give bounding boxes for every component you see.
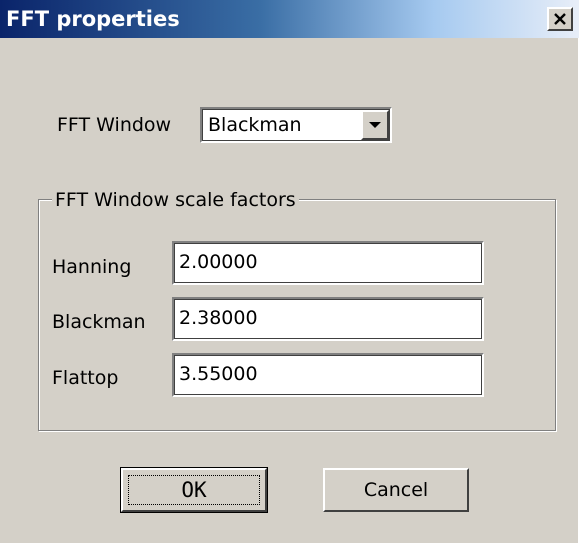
chevron-down-icon [369,122,381,128]
flattop-label: Flattop [52,367,119,389]
flattop-value: 3.55000 [179,363,258,385]
title-bar[interactable]: FFT properties [0,0,579,38]
cancel-button-label: Cancel [363,479,429,501]
hanning-value: 2.00000 [179,251,258,273]
fft-window-selected-value: Blackman [208,114,302,136]
blackman-value: 2.38000 [179,307,258,329]
blackman-field[interactable]: 2.38000 [172,297,484,341]
ok-button[interactable]: OK [120,467,268,513]
hanning-field[interactable]: 2.00000 [172,241,484,285]
window-title: FFT properties [6,7,180,31]
flattop-field[interactable]: 3.55000 [172,353,484,397]
fft-properties-dialog: FFT properties FFT Window Blackman FFT W… [0,0,579,543]
fft-window-label: FFT Window [57,114,172,136]
cancel-button[interactable]: Cancel [323,468,469,512]
focus-indicator [128,475,260,505]
fft-window-select[interactable]: Blackman [200,107,392,143]
fft-window-dropdown-button[interactable] [361,110,389,140]
close-icon [554,13,566,25]
close-button[interactable] [547,7,573,31]
blackman-label: Blackman [52,311,146,333]
scale-factors-group-label: FFT Window scale factors [52,188,299,212]
hanning-label: Hanning [52,256,132,278]
